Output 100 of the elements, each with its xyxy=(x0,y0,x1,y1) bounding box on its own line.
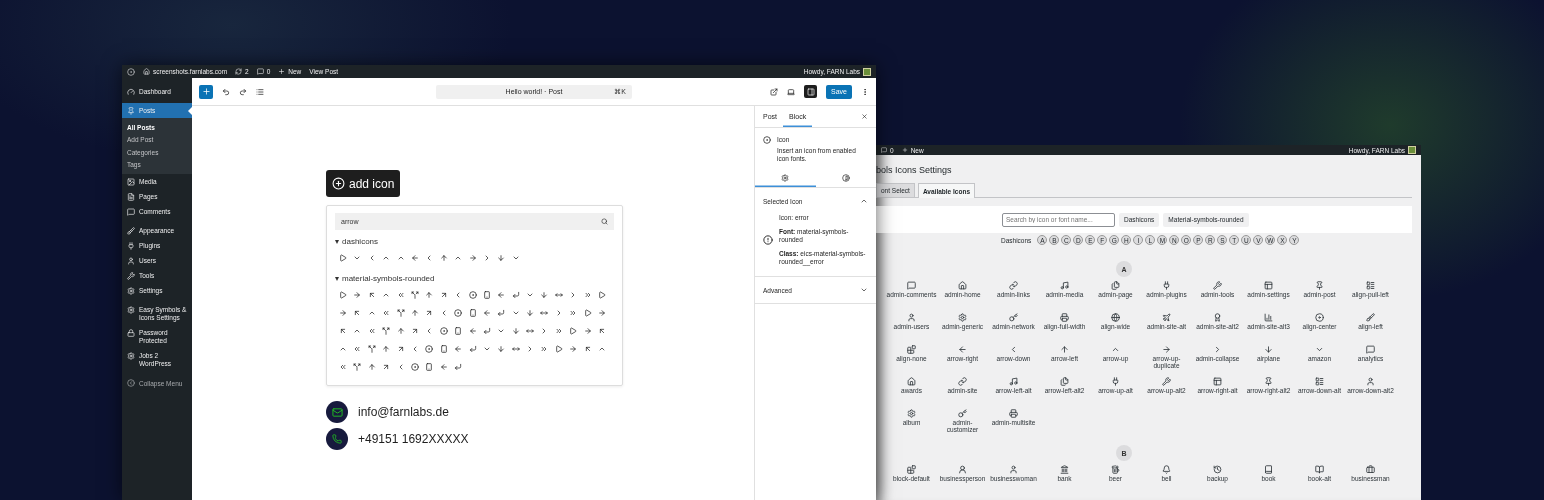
chevron-up-icon[interactable] xyxy=(367,309,376,317)
double-chevron-left-icon[interactable] xyxy=(353,345,362,353)
add-icon-button[interactable]: add icon xyxy=(326,170,401,197)
arrow-right-icon[interactable] xyxy=(339,309,347,317)
arrow-up-right-icon[interactable] xyxy=(410,327,419,335)
double-arrow-icon[interactable] xyxy=(511,345,520,353)
play-icon[interactable] xyxy=(554,345,563,353)
play-icon[interactable] xyxy=(339,291,347,299)
arrow-left-icon[interactable] xyxy=(439,363,448,371)
double-chevron-right-icon[interactable] xyxy=(554,327,563,335)
arrow-up-left-icon[interactable] xyxy=(353,309,362,317)
arrow-up-left-icon[interactable] xyxy=(598,327,607,335)
double-arrow-icon[interactable] xyxy=(554,291,563,299)
corner-arrow-icon[interactable] xyxy=(497,309,506,317)
circle-dot-icon[interactable] xyxy=(454,309,463,317)
split-arrow-icon[interactable] xyxy=(367,345,376,353)
chevron-down-icon[interactable] xyxy=(511,254,520,262)
split-arrow-icon[interactable] xyxy=(382,327,391,335)
speech-bubble-icon xyxy=(881,147,887,153)
arrow-up-icon[interactable] xyxy=(439,254,448,262)
phone-icon[interactable] xyxy=(454,327,463,335)
play-icon[interactable] xyxy=(598,291,607,299)
chevron-up-icon[interactable] xyxy=(598,345,607,353)
play-icon[interactable] xyxy=(339,254,347,262)
group-toggle[interactable]: dashicons xyxy=(335,237,379,246)
chevron-up-icon[interactable] xyxy=(353,327,362,335)
arrow-right-icon[interactable] xyxy=(598,309,607,317)
arrow-up-left-icon[interactable] xyxy=(583,345,592,353)
arrow-right-icon[interactable] xyxy=(468,254,477,262)
arrow-down-icon[interactable] xyxy=(526,309,535,317)
double-arrow-icon[interactable] xyxy=(540,309,549,317)
arrow-up-icon[interactable] xyxy=(425,291,434,299)
arrow-down-icon[interactable] xyxy=(540,291,549,299)
play-icon[interactable] xyxy=(583,309,592,317)
corner-arrow-icon[interactable] xyxy=(454,363,463,371)
arrow-down-icon[interactable] xyxy=(497,345,506,353)
undo-icon[interactable] xyxy=(222,87,230,96)
logo-icon[interactable] xyxy=(127,67,135,76)
double-chevron-left-icon[interactable] xyxy=(367,327,376,335)
arrow-left-icon[interactable] xyxy=(468,327,477,335)
redo-icon[interactable] xyxy=(239,87,247,96)
phone-icon[interactable] xyxy=(439,345,448,353)
chevron-down-icon[interactable] xyxy=(482,345,491,353)
laptop-icon[interactable] xyxy=(787,87,796,96)
wrench-icon xyxy=(127,271,135,280)
more-icon[interactable] xyxy=(861,87,869,96)
arrow-left-icon[interactable] xyxy=(410,254,419,262)
arrow-up-right-icon[interactable] xyxy=(382,363,391,371)
arrow-right-icon[interactable] xyxy=(353,291,362,299)
chevron-up-icon[interactable] xyxy=(339,345,347,353)
arrow-up-left-icon[interactable] xyxy=(367,291,376,299)
play-icon[interactable] xyxy=(569,327,578,335)
external-link-icon[interactable] xyxy=(770,87,779,96)
corner-arrow-icon[interactable] xyxy=(468,345,477,353)
chevron-left-icon xyxy=(1009,345,1018,354)
arrow-left-icon[interactable] xyxy=(454,345,463,353)
arrow-up-left-icon[interactable] xyxy=(339,327,347,335)
double-chevron-left-icon[interactable] xyxy=(339,363,347,371)
double-chevron-right-icon[interactable] xyxy=(540,345,549,353)
chevron-up-icon[interactable] xyxy=(454,254,463,262)
arrow-right-icon[interactable] xyxy=(583,327,592,335)
arrow-down-icon[interactable] xyxy=(497,254,506,262)
arrow-left-icon[interactable] xyxy=(482,309,491,317)
phone-icon[interactable] xyxy=(425,363,434,371)
circle-dot-icon[interactable] xyxy=(439,327,448,335)
list-view-icon[interactable] xyxy=(256,87,264,96)
double-chevron-right-icon[interactable] xyxy=(569,309,578,317)
arrow-up-right-icon[interactable] xyxy=(425,309,434,317)
split-arrow-icon[interactable] xyxy=(353,363,362,371)
arrow-up-icon[interactable] xyxy=(396,327,405,335)
settings-toggle[interactable] xyxy=(804,85,818,98)
phone-icon[interactable] xyxy=(482,291,491,299)
chevron-up-icon[interactable] xyxy=(382,291,391,299)
chevron-down-icon[interactable] xyxy=(511,309,520,317)
arrow-right-icon[interactable] xyxy=(569,345,578,353)
chevron-down-icon[interactable] xyxy=(497,327,506,335)
arrow-up-icon[interactable] xyxy=(382,345,391,353)
group-toggle[interactable]: material-symbols-rounded xyxy=(335,274,435,283)
arrow-down-icon[interactable] xyxy=(511,327,520,335)
split-arrow-icon[interactable] xyxy=(396,309,405,317)
corner-arrow-icon[interactable] xyxy=(511,291,520,299)
arrow-up-icon[interactable] xyxy=(410,309,419,317)
layout-icon xyxy=(1264,281,1273,290)
chevron-down-icon[interactable] xyxy=(526,291,535,299)
phone-icon[interactable] xyxy=(468,309,477,317)
corner-arrow-icon[interactable] xyxy=(482,327,491,335)
add-block-button[interactable] xyxy=(199,84,213,99)
double-arrow-icon[interactable] xyxy=(526,327,535,335)
arrow-left-icon[interactable] xyxy=(497,291,506,299)
circle-dot-icon[interactable] xyxy=(410,363,419,371)
double-chevron-right-icon[interactable] xyxy=(583,291,592,299)
double-chevron-left-icon[interactable] xyxy=(382,309,391,317)
arrow-up-right-icon[interactable] xyxy=(439,291,448,299)
arrow-up-icon[interactable] xyxy=(367,363,376,371)
circle-dot-icon[interactable] xyxy=(468,291,477,299)
arrow-up-right-icon[interactable] xyxy=(396,345,405,353)
circle-dot-icon[interactable] xyxy=(425,345,434,353)
double-chevron-left-icon[interactable] xyxy=(396,291,405,299)
chevron-down-icon[interactable] xyxy=(353,254,362,262)
split-arrow-icon[interactable] xyxy=(410,291,419,299)
